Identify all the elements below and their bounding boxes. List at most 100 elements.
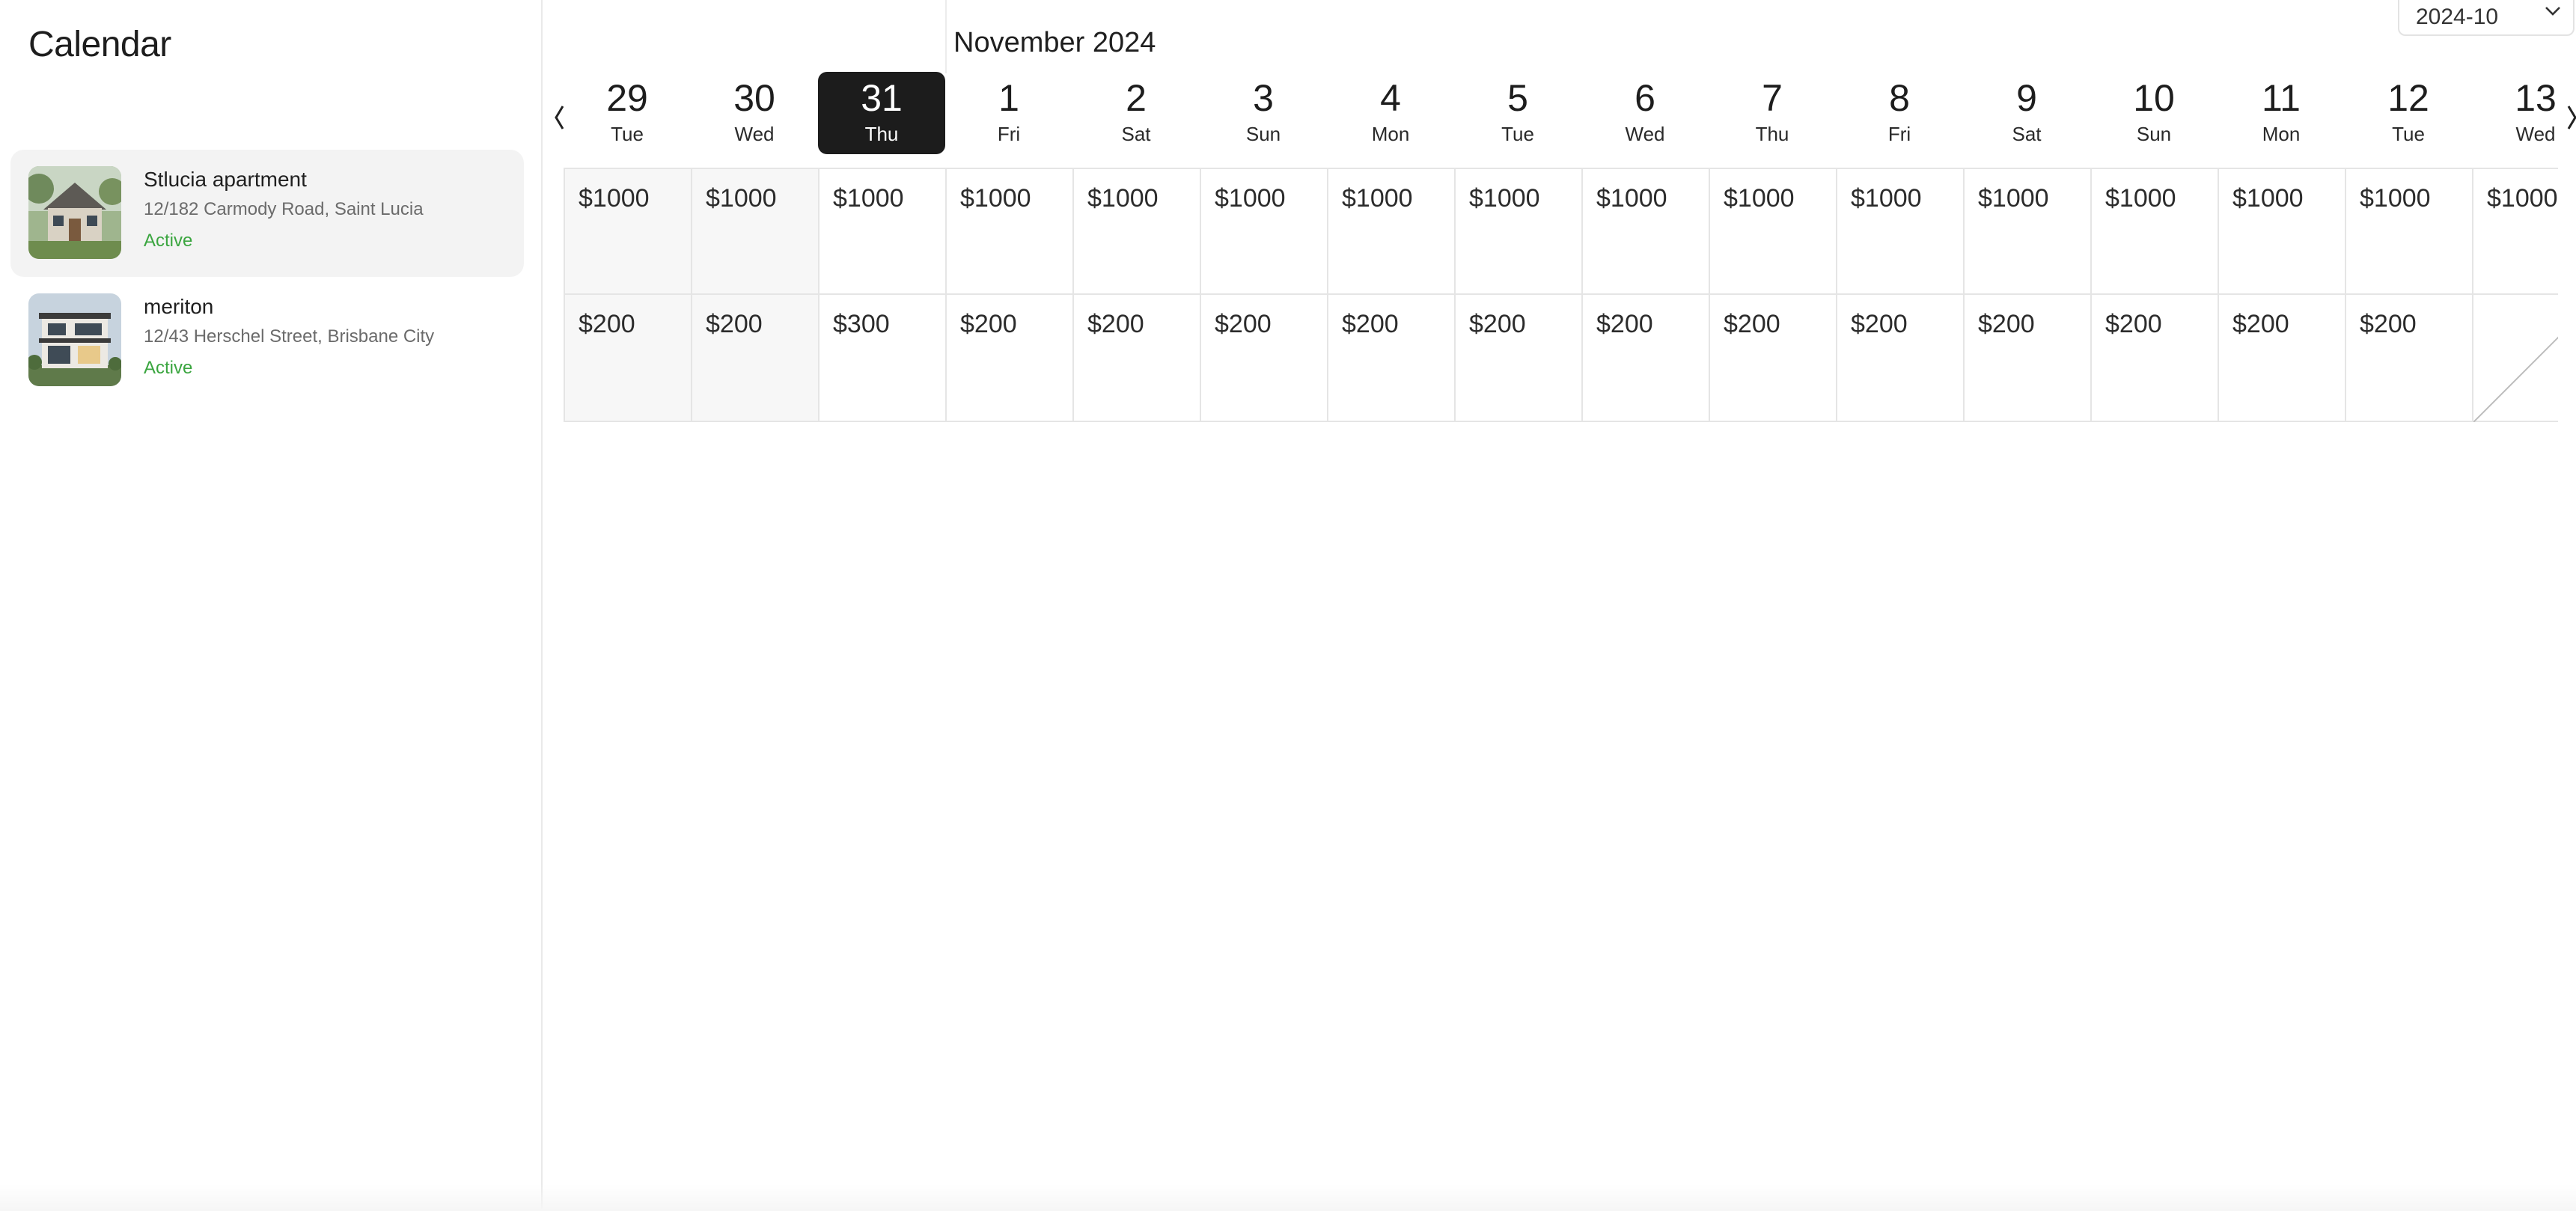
day-weekday: Tue	[2392, 123, 2425, 145]
day-header[interactable]: 5 Tue	[1454, 72, 1581, 154]
calendar-cell[interactable]: $200	[1454, 295, 1581, 422]
calendar-cell[interactable]: $200	[1327, 295, 1454, 422]
calendar-cell[interactable]: $1000	[1963, 168, 2090, 295]
listing-item-meriton[interactable]: meriton 12/43 Herschel Street, Brisbane …	[10, 277, 524, 404]
nightly-price: $1000	[2487, 184, 2558, 213]
day-weekday: Thu	[1755, 123, 1789, 145]
calendar-cell[interactable]: $200	[1581, 295, 1709, 422]
day-weekday: Fri	[1887, 123, 1911, 145]
calendar-cell[interactable]: $1000	[1454, 168, 1581, 295]
day-number: 7	[1762, 77, 1783, 119]
nightly-price: $200	[1851, 310, 1908, 338]
day-weekday: Mon	[1371, 123, 1410, 145]
day-header[interactable]: 11 Mon	[2218, 72, 2345, 154]
day-header[interactable]: 10 Sun	[2090, 72, 2218, 154]
day-weekday: Wed	[2515, 123, 2556, 145]
nightly-price: $1000	[706, 184, 777, 213]
day-header[interactable]: 7 Thu	[1709, 72, 1836, 154]
house-photo-icon	[28, 166, 121, 259]
calendar-cell[interactable]: $200	[691, 295, 818, 422]
day-header[interactable]: 13 Wed	[2472, 72, 2558, 154]
listing-item-stlucia[interactable]: Stlucia apartment 12/182 Carmody Road, S…	[10, 150, 524, 277]
calendar-cell[interactable]: $200	[1963, 295, 2090, 422]
day-weekday: Wed	[1625, 123, 1665, 145]
calendar-cell[interactable]: $1000	[2472, 168, 2558, 295]
day-weekday: Sun	[2136, 123, 2172, 145]
calendar-cell[interactable]: $1000	[1836, 168, 1963, 295]
sidebar: Calendar Stlucia apartment 12/182 Carmod…	[0, 0, 543, 1211]
nightly-price: $1000	[1087, 184, 1159, 213]
day-number: 2	[1126, 77, 1147, 119]
calendar-cell[interactable]: $1000	[945, 168, 1072, 295]
day-weekday: Tue	[1501, 123, 1534, 145]
day-number: 10	[2133, 77, 2175, 119]
calendar-cell[interactable]: $1000	[818, 168, 945, 295]
listing-name: Stlucia apartment	[144, 168, 307, 191]
listing-thumbnail	[28, 293, 121, 386]
listing-status: Active	[144, 358, 193, 378]
listing-name: meriton	[144, 295, 214, 318]
calendar-cell[interactable]: $1000	[1072, 168, 1200, 295]
day-header[interactable]: 1 Fri	[945, 72, 1072, 154]
calendar-cell[interactable]: $200	[2345, 295, 2472, 422]
calendar-cell[interactable]: $1000	[1327, 168, 1454, 295]
day-header[interactable]: 29 Tue	[564, 72, 691, 154]
nightly-price: $1000	[2360, 184, 2431, 213]
nightly-price: $1000	[1978, 184, 2049, 213]
calendar-cell[interactable]: $1000	[1581, 168, 1709, 295]
day-weekday: Tue	[611, 123, 644, 145]
calendar-cell[interactable]: $200	[2218, 295, 2345, 422]
listing-address: 12/43 Herschel Street, Brisbane City	[144, 326, 435, 347]
calendar-cell[interactable]: $1000	[2090, 168, 2218, 295]
calendar-cell[interactable]: $1000	[564, 168, 691, 295]
page-title: Calendar	[28, 25, 171, 64]
day-number: 4	[1380, 77, 1401, 119]
nightly-price: $200	[1469, 310, 1526, 338]
house-photo-icon	[28, 293, 121, 386]
day-header[interactable]: 3 Sun	[1200, 72, 1327, 154]
calendar-cell[interactable]: $1000	[691, 168, 818, 295]
listing-status: Active	[144, 231, 193, 251]
nightly-price: $1000	[833, 184, 904, 213]
calendar-cell[interactable]: $200	[1072, 295, 1200, 422]
calendar-cell-blocked[interactable]	[2472, 295, 2558, 422]
day-number: 30	[733, 77, 775, 119]
month-select-dropdown[interactable]: 2024-10	[2398, 0, 2575, 36]
nightly-price: $1000	[2105, 184, 2176, 213]
nightly-price: $200	[1724, 310, 1780, 338]
calendar-cell[interactable]: $300	[818, 295, 945, 422]
calendar-cell[interactable]: $200	[945, 295, 1072, 422]
calendar-cell[interactable]: $1000	[1709, 168, 1836, 295]
day-number: 29	[606, 77, 648, 119]
day-header-today[interactable]: 31 Thu	[818, 72, 945, 154]
day-number: 8	[1889, 77, 1910, 119]
day-weekday: Sat	[2012, 123, 2042, 145]
calendar-cell[interactable]: $200	[1709, 295, 1836, 422]
calendar-cell[interactable]: $200	[1200, 295, 1327, 422]
next-days-button[interactable]	[2564, 103, 2576, 132]
calendar-cell[interactable]: $1000	[2345, 168, 2472, 295]
day-weekday: Fri	[997, 123, 1021, 145]
day-weekday: Wed	[734, 123, 775, 145]
day-number: 11	[2262, 77, 2301, 119]
calendar-cell[interactable]: $200	[564, 295, 691, 422]
calendar-cell[interactable]: $1000	[2218, 168, 2345, 295]
chevron-right-icon	[2567, 106, 2576, 129]
nightly-price: $200	[2232, 310, 2289, 338]
day-header[interactable]: 8 Fri	[1836, 72, 1963, 154]
day-weekday: Mon	[2262, 123, 2301, 145]
day-weekday: Sat	[1121, 123, 1151, 145]
day-header[interactable]: 6 Wed	[1581, 72, 1709, 154]
day-header[interactable]: 2 Sat	[1072, 72, 1200, 154]
calendar-cell[interactable]: $200	[1836, 295, 1963, 422]
day-header[interactable]: 30 Wed	[691, 72, 818, 154]
nightly-price: $200	[1087, 310, 1144, 338]
nightly-price: $1000	[1851, 184, 1922, 213]
nightly-price: $1000	[579, 184, 650, 213]
calendar-cell[interactable]: $1000	[1200, 168, 1327, 295]
calendar-cell[interactable]: $200	[2090, 295, 2218, 422]
day-header[interactable]: 4 Mon	[1327, 72, 1454, 154]
calendar-grid: 29 Tue 30 Wed 31 Thu 1 Fri 2 Sat 3 Sun 4 Mon 5 Tue 6 Wed 7…	[564, 72, 2558, 431]
day-header[interactable]: 12 Tue	[2345, 72, 2472, 154]
day-header[interactable]: 9 Sat	[1963, 72, 2090, 154]
